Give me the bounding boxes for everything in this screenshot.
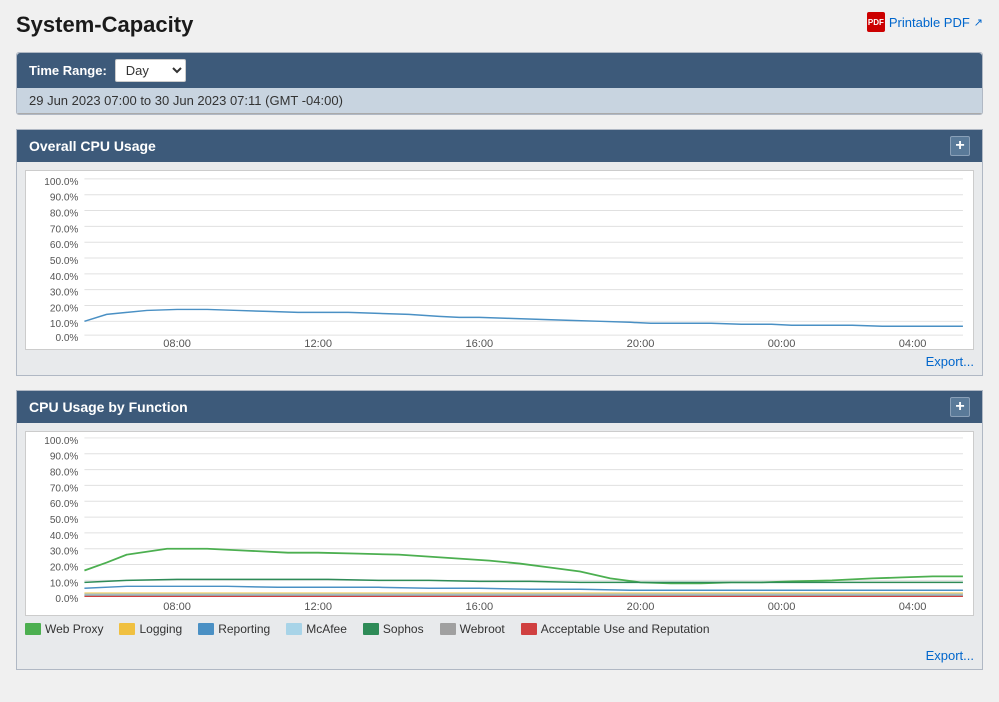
date-range-bar: 29 Jun 2023 07:00 to 30 Jun 2023 07:11 (… — [17, 88, 982, 114]
legend-web-proxy: Web Proxy — [25, 622, 103, 636]
xf-label-1600: 16:00 — [465, 601, 493, 613]
legend-mcafee: McAfee — [286, 622, 347, 636]
cpu-by-function-chart-footer: Export... — [17, 644, 982, 669]
yf-label-0: 0.0% — [55, 594, 78, 605]
legend-color-sophos — [363, 623, 379, 635]
legend-color-logging — [119, 623, 135, 635]
cpu-by-function-chart-section: CPU Usage by Function + 100.0% 90.0% 80.… — [16, 390, 983, 670]
xf-label-0800: 08:00 — [163, 601, 191, 613]
y-label-10: 10.0% — [50, 319, 79, 330]
printable-pdf-button[interactable]: PDF Printable PDF ↗ — [867, 12, 983, 32]
legend-label-webroot: Webroot — [460, 622, 505, 636]
legend-color-acceptable-use — [521, 623, 537, 635]
page-container: PDF Printable PDF ↗ System-Capacity Time… — [0, 0, 999, 696]
time-range-select[interactable]: Day Hour Week Month Year — [115, 59, 186, 82]
legend-label-reporting: Reporting — [218, 622, 270, 636]
x-label-2000: 20:00 — [627, 338, 655, 349]
date-range-text: 29 Jun 2023 07:00 to 30 Jun 2023 07:11 (… — [29, 93, 343, 108]
y-label-20: 20.0% — [50, 303, 79, 314]
yf-label-20: 20.0% — [50, 563, 79, 574]
controls-wrapper: Time Range: Day Hour Week Month Year 29 … — [16, 52, 983, 115]
page-title: System-Capacity — [16, 12, 983, 38]
cpu-by-function-svg: 100.0% 90.0% 80.0% 70.0% 60.0% 50.0% 40.… — [26, 432, 973, 615]
pdf-icon: PDF — [867, 12, 885, 32]
legend-sophos: Sophos — [363, 622, 424, 636]
yf-label-80: 80.0% — [50, 468, 79, 479]
yf-label-10: 10.0% — [50, 578, 79, 589]
yf-label-70: 70.0% — [50, 483, 79, 494]
cpu-by-function-title: CPU Usage by Function — [29, 399, 188, 415]
y-label-0: 0.0% — [55, 333, 78, 344]
legend-label-mcafee: McAfee — [306, 622, 347, 636]
printable-pdf-label: Printable PDF — [889, 15, 970, 30]
yf-label-90: 90.0% — [50, 452, 79, 463]
xf-label-0000: 00:00 — [768, 601, 796, 613]
x-label-1200: 12:00 — [304, 338, 332, 349]
y-label-80: 80.0% — [50, 209, 79, 220]
overall-cpu-chart-footer: Export... — [17, 350, 982, 375]
y-label-50: 50.0% — [50, 256, 79, 267]
xf-label-1200: 12:00 — [304, 601, 332, 613]
cpu-by-function-export-link[interactable]: Export... — [926, 648, 974, 663]
time-range-label: Time Range: — [29, 63, 107, 78]
legend-color-webroot — [440, 623, 456, 635]
legend-webroot: Webroot — [440, 622, 505, 636]
controls-bar: Time Range: Day Hour Week Month Year — [17, 53, 982, 88]
yf-label-50: 50.0% — [50, 515, 79, 526]
external-link-icon: ↗ — [974, 16, 983, 29]
overall-cpu-export-link[interactable]: Export... — [926, 354, 974, 369]
yf-label-40: 40.0% — [50, 531, 79, 542]
legend-bar: Web Proxy Logging Reporting McAfee Sopho… — [17, 616, 982, 644]
legend-color-reporting — [198, 623, 214, 635]
overall-cpu-chart-body: 100.0% 90.0% 80.0% 70.0% 60.0% 50.0% 40.… — [17, 162, 982, 350]
overall-cpu-svg: 100.0% 90.0% 80.0% 70.0% 60.0% 50.0% 40.… — [26, 171, 973, 349]
yf-label-100: 100.0% — [44, 436, 78, 447]
y-label-90: 90.0% — [50, 193, 79, 204]
legend-logging: Logging — [119, 622, 182, 636]
cpu-by-function-chart-area: 100.0% 90.0% 80.0% 70.0% 60.0% 50.0% 40.… — [25, 431, 974, 616]
xf-label-2000: 20:00 — [627, 601, 655, 613]
legend-reporting: Reporting — [198, 622, 270, 636]
overall-cpu-chart-area: 100.0% 90.0% 80.0% 70.0% 60.0% 50.0% 40.… — [25, 170, 974, 350]
y-label-60: 60.0% — [50, 240, 79, 251]
web-proxy-line — [84, 549, 962, 584]
xf-label-0400: 04:00 — [899, 601, 927, 613]
legend-color-mcafee — [286, 623, 302, 635]
overall-cpu-expand-btn[interactable]: + — [950, 136, 970, 156]
overall-cpu-title: Overall CPU Usage — [29, 138, 156, 154]
legend-label-web-proxy: Web Proxy — [45, 622, 103, 636]
legend-label-acceptable-use: Acceptable Use and Reputation — [541, 622, 710, 636]
cpu-by-function-chart-header: CPU Usage by Function + — [17, 391, 982, 423]
yf-label-60: 60.0% — [50, 499, 79, 510]
cpu-by-function-chart-body: 100.0% 90.0% 80.0% 70.0% 60.0% 50.0% 40.… — [17, 423, 982, 616]
legend-color-web-proxy — [25, 623, 41, 635]
y-label-100: 100.0% — [44, 177, 78, 188]
x-label-0400: 04:00 — [899, 338, 927, 349]
y-label-40: 40.0% — [50, 272, 79, 283]
overall-cpu-line — [84, 309, 962, 326]
overall-cpu-chart-section: Overall CPU Usage + 100.0% 90.0% 80.0% 7… — [16, 129, 983, 376]
legend-label-logging: Logging — [139, 622, 182, 636]
y-label-70: 70.0% — [50, 224, 79, 235]
yf-label-30: 30.0% — [50, 547, 79, 558]
x-label-1600: 16:00 — [465, 338, 493, 349]
overall-cpu-chart-header: Overall CPU Usage + — [17, 130, 982, 162]
legend-acceptable-use: Acceptable Use and Reputation — [521, 622, 710, 636]
cpu-by-function-expand-btn[interactable]: + — [950, 397, 970, 417]
x-label-0000: 00:00 — [768, 338, 796, 349]
x-label-0800: 08:00 — [163, 338, 191, 349]
reporting-line — [84, 586, 962, 590]
y-label-30: 30.0% — [50, 288, 79, 299]
legend-label-sophos: Sophos — [383, 622, 424, 636]
